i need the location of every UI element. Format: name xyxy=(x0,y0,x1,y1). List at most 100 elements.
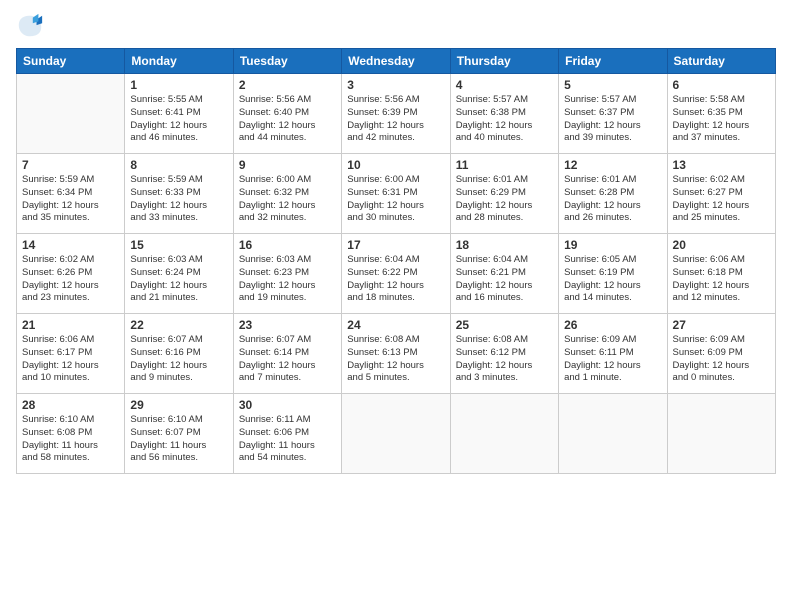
day-number: 21 xyxy=(22,318,119,332)
header xyxy=(16,12,776,40)
day-number: 25 xyxy=(456,318,553,332)
day-number: 20 xyxy=(673,238,770,252)
day-number: 18 xyxy=(456,238,553,252)
day-info: Sunrise: 5:57 AMSunset: 6:37 PMDaylight:… xyxy=(564,94,661,145)
calendar-cell: 14 Sunrise: 6:02 AMSunset: 6:26 PMDayligh… xyxy=(17,234,125,314)
day-info: Sunrise: 5:59 AMSunset: 6:33 PMDaylight:… xyxy=(130,174,227,225)
calendar-cell: 5 Sunrise: 5:57 AMSunset: 6:37 PMDaylight… xyxy=(559,74,667,154)
day-number: 29 xyxy=(130,398,227,412)
calendar-cell xyxy=(667,394,775,474)
calendar-cell: 9Sunrise: 6:00 AMSunset: 6:32 PMDaylight… xyxy=(233,154,341,234)
day-info: Sunrise: 6:07 AMSunset: 6:16 PMDaylight:… xyxy=(130,334,227,385)
calendar-cell: 22Sunrise: 6:07 AMSunset: 6:16 PMDayligh… xyxy=(125,314,233,394)
day-info: Sunrise: 5:58 AMSunset: 6:35 PMDaylight:… xyxy=(673,94,770,145)
day-info: Sunrise: 6:10 AMSunset: 6:08 PMDaylight:… xyxy=(22,414,119,465)
calendar-cell: 27 Sunrise: 6:09 AMSunset: 6:09 PMDayligh… xyxy=(667,314,775,394)
day-header-friday: Friday xyxy=(559,49,667,74)
calendar-cell: 28 Sunrise: 6:10 AMSunset: 6:08 PMDayligh… xyxy=(17,394,125,474)
day-info: Sunrise: 6:06 AMSunset: 6:17 PMDaylight:… xyxy=(22,334,119,385)
calendar-cell: 11 Sunrise: 6:01 AMSunset: 6:29 PMDayligh… xyxy=(450,154,558,234)
calendar-cell: 16 Sunrise: 6:03 AMSunset: 6:23 PMDayligh… xyxy=(233,234,341,314)
day-info: Sunrise: 5:56 AMSunset: 6:39 PMDaylight:… xyxy=(347,94,444,145)
day-number: 9 xyxy=(239,158,336,172)
day-info: Sunrise: 6:09 AMSunset: 6:09 PMDaylight:… xyxy=(673,334,770,385)
page: SundayMondayTuesdayWednesdayThursdayFrid… xyxy=(0,0,792,612)
calendar-cell: 17 Sunrise: 6:04 AMSunset: 6:22 PMDayligh… xyxy=(342,234,450,314)
day-header-sunday: Sunday xyxy=(17,49,125,74)
calendar-cell xyxy=(450,394,558,474)
day-number: 2 xyxy=(239,78,336,92)
calendar-cell: 13 Sunrise: 6:02 AMSunset: 6:27 PMDayligh… xyxy=(667,154,775,234)
day-number: 26 xyxy=(564,318,661,332)
day-number: 19 xyxy=(564,238,661,252)
day-info: Sunrise: 6:07 AMSunset: 6:14 PMDaylight:… xyxy=(239,334,336,385)
week-row-4: 28 Sunrise: 6:10 AMSunset: 6:08 PMDayligh… xyxy=(17,394,776,474)
calendar-cell: 15 Sunrise: 6:03 AMSunset: 6:24 PMDayligh… xyxy=(125,234,233,314)
day-info: Sunrise: 6:04 AMSunset: 6:22 PMDaylight:… xyxy=(347,254,444,305)
day-header-wednesday: Wednesday xyxy=(342,49,450,74)
day-info: Sunrise: 6:03 AMSunset: 6:24 PMDaylight:… xyxy=(130,254,227,305)
day-info: Sunrise: 6:05 AMSunset: 6:19 PMDaylight:… xyxy=(564,254,661,305)
day-info: Sunrise: 6:08 AMSunset: 6:13 PMDaylight:… xyxy=(347,334,444,385)
day-number: 11 xyxy=(456,158,553,172)
day-info: Sunrise: 6:02 AMSunset: 6:27 PMDaylight:… xyxy=(673,174,770,225)
calendar-cell: 7 Sunrise: 5:59 AMSunset: 6:34 PMDaylight… xyxy=(17,154,125,234)
calendar-cell: 20 Sunrise: 6:06 AMSunset: 6:18 PMDayligh… xyxy=(667,234,775,314)
day-number: 16 xyxy=(239,238,336,252)
calendar-header-row: SundayMondayTuesdayWednesdayThursdayFrid… xyxy=(17,49,776,74)
day-info: Sunrise: 5:57 AMSunset: 6:38 PMDaylight:… xyxy=(456,94,553,145)
day-header-monday: Monday xyxy=(125,49,233,74)
day-number: 24 xyxy=(347,318,444,332)
day-info: Sunrise: 6:10 AMSunset: 6:07 PMDaylight:… xyxy=(130,414,227,465)
calendar-cell: 2Sunrise: 5:56 AMSunset: 6:40 PMDaylight… xyxy=(233,74,341,154)
day-header-tuesday: Tuesday xyxy=(233,49,341,74)
day-number: 5 xyxy=(564,78,661,92)
calendar-cell: 21 Sunrise: 6:06 AMSunset: 6:17 PMDayligh… xyxy=(17,314,125,394)
logo-icon xyxy=(16,12,44,40)
day-info: Sunrise: 6:00 AMSunset: 6:31 PMDaylight:… xyxy=(347,174,444,225)
calendar-cell: 3Sunrise: 5:56 AMSunset: 6:39 PMDaylight… xyxy=(342,74,450,154)
calendar-cell xyxy=(342,394,450,474)
day-info: Sunrise: 6:01 AMSunset: 6:28 PMDaylight:… xyxy=(564,174,661,225)
calendar-cell: 6 Sunrise: 5:58 AMSunset: 6:35 PMDaylight… xyxy=(667,74,775,154)
day-info: Sunrise: 6:02 AMSunset: 6:26 PMDaylight:… xyxy=(22,254,119,305)
day-info: Sunrise: 6:09 AMSunset: 6:11 PMDaylight:… xyxy=(564,334,661,385)
day-number: 27 xyxy=(673,318,770,332)
logo xyxy=(16,12,48,40)
calendar-cell: 25 Sunrise: 6:08 AMSunset: 6:12 PMDayligh… xyxy=(450,314,558,394)
calendar-cell: 12 Sunrise: 6:01 AMSunset: 6:28 PMDayligh… xyxy=(559,154,667,234)
calendar-cell: 30Sunrise: 6:11 AMSunset: 6:06 PMDayligh… xyxy=(233,394,341,474)
calendar-cell: 29 Sunrise: 6:10 AMSunset: 6:07 PMDayligh… xyxy=(125,394,233,474)
day-info: Sunrise: 6:11 AMSunset: 6:06 PMDaylight:… xyxy=(239,414,336,465)
day-info: Sunrise: 6:01 AMSunset: 6:29 PMDaylight:… xyxy=(456,174,553,225)
day-number: 7 xyxy=(22,158,119,172)
day-number: 17 xyxy=(347,238,444,252)
day-info: Sunrise: 6:06 AMSunset: 6:18 PMDaylight:… xyxy=(673,254,770,305)
calendar-cell: 1Sunrise: 5:55 AMSunset: 6:41 PMDaylight… xyxy=(125,74,233,154)
day-info: Sunrise: 6:03 AMSunset: 6:23 PMDaylight:… xyxy=(239,254,336,305)
day-info: Sunrise: 6:08 AMSunset: 6:12 PMDaylight:… xyxy=(456,334,553,385)
day-info: Sunrise: 6:04 AMSunset: 6:21 PMDaylight:… xyxy=(456,254,553,305)
calendar-cell: 26 Sunrise: 6:09 AMSunset: 6:11 PMDayligh… xyxy=(559,314,667,394)
day-number: 13 xyxy=(673,158,770,172)
calendar-cell: 4Sunrise: 5:57 AMSunset: 6:38 PMDaylight… xyxy=(450,74,558,154)
day-header-thursday: Thursday xyxy=(450,49,558,74)
week-row-2: 14 Sunrise: 6:02 AMSunset: 6:26 PMDayligh… xyxy=(17,234,776,314)
day-number: 15 xyxy=(130,238,227,252)
calendar-cell xyxy=(559,394,667,474)
day-info: Sunrise: 5:55 AMSunset: 6:41 PMDaylight:… xyxy=(130,94,227,145)
calendar-cell: 18 Sunrise: 6:04 AMSunset: 6:21 PMDayligh… xyxy=(450,234,558,314)
day-number: 10 xyxy=(347,158,444,172)
day-number: 12 xyxy=(564,158,661,172)
calendar-cell: 24 Sunrise: 6:08 AMSunset: 6:13 PMDayligh… xyxy=(342,314,450,394)
week-row-0: 1Sunrise: 5:55 AMSunset: 6:41 PMDaylight… xyxy=(17,74,776,154)
day-number: 6 xyxy=(673,78,770,92)
day-number: 23 xyxy=(239,318,336,332)
day-number: 28 xyxy=(22,398,119,412)
week-row-1: 7 Sunrise: 5:59 AMSunset: 6:34 PMDaylight… xyxy=(17,154,776,234)
calendar-cell xyxy=(17,74,125,154)
day-number: 14 xyxy=(22,238,119,252)
day-info: Sunrise: 5:59 AMSunset: 6:34 PMDaylight:… xyxy=(22,174,119,225)
day-header-saturday: Saturday xyxy=(667,49,775,74)
day-number: 8 xyxy=(130,158,227,172)
